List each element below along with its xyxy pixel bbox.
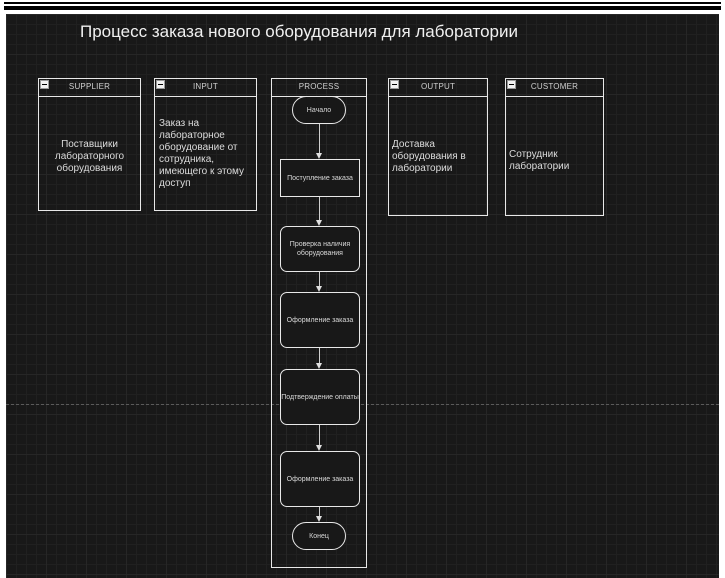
flow-arrow-head bbox=[316, 445, 322, 451]
diagram-title[interactable]: Процесс заказа нового оборудования для л… bbox=[80, 22, 518, 42]
process-step-order-received[interactable]: Поступление заказа bbox=[280, 159, 360, 197]
customer-column[interactable]: CUSTOMER Сотрудник лаборатории bbox=[505, 78, 604, 216]
top-rule-thin bbox=[4, 2, 721, 4]
customer-column-header: CUSTOMER bbox=[506, 79, 603, 97]
process-column-header: PROCESS bbox=[272, 79, 366, 97]
top-rule-thick bbox=[4, 6, 721, 10]
process-step-end[interactable]: Конец bbox=[292, 522, 346, 550]
process-step-order-finalization[interactable]: Оформление заказа bbox=[280, 451, 360, 507]
process-step-order-processing[interactable]: Оформление заказа bbox=[280, 292, 360, 348]
supplier-column-label: SUPPLIER bbox=[68, 82, 111, 91]
input-column-label: INPUT bbox=[193, 82, 218, 91]
supplier-column-header: SUPPLIER bbox=[39, 79, 140, 97]
flow-arrow-line bbox=[319, 348, 320, 364]
window-top-border bbox=[0, 0, 725, 14]
output-column-label: OUTPUT bbox=[420, 82, 456, 91]
process-step-payment-confirmation[interactable]: Подтверждение оплаты bbox=[280, 369, 360, 425]
flow-arrow-head bbox=[316, 286, 322, 292]
flow-arrow-line bbox=[319, 197, 320, 221]
customer-column-label: CUSTOMER bbox=[530, 82, 579, 91]
supplier-text[interactable]: Поставщики лабораторного оборудования bbox=[45, 139, 134, 175]
flow-arrow-head bbox=[316, 363, 322, 369]
input-column-header: INPUT bbox=[155, 79, 256, 97]
supplier-column[interactable]: SUPPLIER Поставщики лабораторного оборуд… bbox=[38, 78, 141, 211]
input-text[interactable]: Заказ на лабораторное оборудование от со… bbox=[159, 118, 252, 190]
flow-arrow-head bbox=[316, 153, 322, 159]
output-column[interactable]: OUTPUT Доставка оборудования в лаборатор… bbox=[388, 78, 488, 216]
input-column[interactable]: INPUT Заказ на лабораторное оборудование… bbox=[154, 78, 257, 211]
process-step-check-availability[interactable]: Проверка наличия оборудования bbox=[280, 226, 360, 272]
customer-text[interactable]: Сотрудник лаборатории bbox=[509, 149, 600, 173]
diagram-canvas[interactable]: Процесс заказа нового оборудования для л… bbox=[6, 14, 719, 578]
flow-arrow-head bbox=[316, 220, 322, 226]
process-step-start[interactable]: Начало bbox=[292, 96, 346, 124]
flow-arrow-line bbox=[319, 124, 320, 154]
output-column-header: OUTPUT bbox=[389, 79, 487, 97]
flow-arrow-head bbox=[316, 516, 322, 522]
flow-arrow-line bbox=[319, 272, 320, 287]
process-column-label: PROCESS bbox=[298, 82, 340, 91]
output-text[interactable]: Доставка оборудования в лаборатории bbox=[392, 139, 484, 175]
flow-arrow-line bbox=[319, 425, 320, 446]
